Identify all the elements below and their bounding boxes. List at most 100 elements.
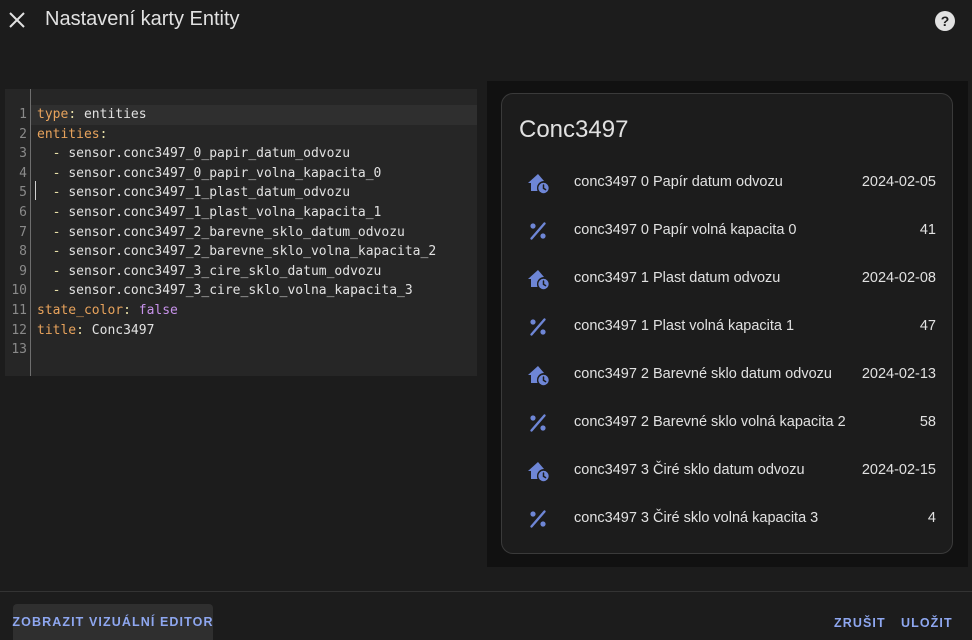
entity-state: 41 xyxy=(919,222,936,238)
yaml-list-dash: - xyxy=(37,283,69,299)
entity-name: conc3497 0 Papír volná kapacita 0 xyxy=(574,222,797,238)
card-title: Conc3497 xyxy=(519,116,629,143)
yaml-code-editor[interactable]: 1 2 3 4 5 6 7 8 9 10 11 12 13 type: entities entities… xyxy=(5,89,477,376)
code-line[interactable]: type: entities xyxy=(31,105,477,125)
entity-state: 2024-02-08 xyxy=(861,270,936,286)
code-line[interactable]: state_color: false xyxy=(31,301,477,321)
yaml-list-item: sensor.conc3497_1_plast_datum_odvozu xyxy=(68,185,351,201)
home-clock-icon xyxy=(526,171,550,195)
yaml-list-item: sensor.conc3497_3_cire_sklo_volna_kapaci… xyxy=(68,283,413,299)
code-line[interactable]: - sensor.conc3497_1_plast_datum_odvozu xyxy=(31,183,477,203)
code-line[interactable]: - sensor.conc3497_2_barevne_sklo_datum_o… xyxy=(31,223,477,243)
yaml-list-item: sensor.conc3497_0_papir_datum_odvozu xyxy=(68,146,351,162)
yaml-value: false xyxy=(138,303,178,318)
yaml-colon: : xyxy=(123,303,131,318)
text-cursor xyxy=(35,181,36,200)
yaml-list-item: sensor.conc3497_2_barevne_sklo_volna_kap… xyxy=(68,244,437,260)
entity-row[interactable]: conc3497 2 Barevné sklo datum odvozu 2024… xyxy=(502,355,952,395)
entity-name: conc3497 0 Papír datum odvozu xyxy=(574,174,783,190)
percent-icon xyxy=(526,411,550,435)
yaml-value: entities xyxy=(83,107,147,122)
cancel-button[interactable]: ZRUŠIT xyxy=(834,612,886,634)
entity-state: 47 xyxy=(919,318,936,334)
yaml-key: title xyxy=(37,322,77,338)
code-content[interactable]: type: entities entities: - sensor.conc349… xyxy=(31,89,477,376)
line-number: 3 xyxy=(19,146,27,162)
entities-card-preview: Conc3497 conc3497 0 Papír datum odvozu 20… xyxy=(501,93,953,554)
card-editor-dialog: Nastavení karty Entity ? 1 2 3 4 5 6 7 8 9 10 11 12… xyxy=(0,0,972,640)
home-clock-icon xyxy=(526,363,550,387)
line-number: 5 xyxy=(19,185,27,201)
entity-row[interactable]: conc3497 0 Papír volná kapacita 0 41 xyxy=(502,211,952,251)
footer-divider xyxy=(0,591,972,592)
code-line[interactable]: - sensor.conc3497_0_papir_datum_odvozu xyxy=(31,144,477,164)
yaml-list-dash: - xyxy=(37,224,69,240)
yaml-key: entities xyxy=(37,126,100,142)
help-circle-icon[interactable]: ? xyxy=(932,8,958,34)
line-number: 1 xyxy=(19,107,27,122)
line-number: 8 xyxy=(19,244,27,260)
yaml-list-dash: - xyxy=(37,205,69,220)
line-number: 12 xyxy=(11,322,27,338)
home-clock-icon xyxy=(526,267,550,291)
entity-name: conc3497 3 Čiré sklo volná kapacita 3 xyxy=(574,510,819,526)
yaml-list-dash: - xyxy=(37,244,69,260)
code-line[interactable]: - sensor.conc3497_0_papir_volna_kapacita… xyxy=(31,164,477,184)
yaml-list-item: sensor.conc3497_3_cire_sklo_datum_odvozu xyxy=(68,263,382,279)
line-number: 7 xyxy=(19,224,27,240)
entity-state: 2024-02-13 xyxy=(861,366,936,382)
percent-icon xyxy=(526,315,550,339)
percent-icon xyxy=(526,507,550,531)
yaml-list-dash: - xyxy=(37,185,69,201)
line-number: 13 xyxy=(11,342,27,358)
yaml-list-item: sensor.conc3497_1_plast_volna_kapacita_1 xyxy=(68,205,382,220)
code-line[interactable]: entities: xyxy=(31,125,477,145)
line-number: 2 xyxy=(19,126,27,142)
entity-state: 58 xyxy=(919,414,936,430)
yaml-list-item: sensor.conc3497_0_papir_volna_kapacita_0 xyxy=(68,165,382,181)
yaml-colon: : xyxy=(99,126,108,142)
entity-name: conc3497 1 Plast volná kapacita 1 xyxy=(574,318,795,334)
yaml-list-dash: - xyxy=(37,165,69,181)
entity-row[interactable]: conc3497 1 Plast datum odvozu 2024-02-08 xyxy=(502,259,952,299)
dialog-title: Nastavení karty Entity xyxy=(45,8,240,30)
code-line[interactable]: - sensor.conc3497_2_barevne_sklo_volna_k… xyxy=(31,242,477,262)
entity-row[interactable]: conc3497 3 Čiré sklo datum odvozu 2024-02… xyxy=(502,451,952,491)
show-visual-editor-button[interactable]: ZOBRAZIT VIZUÁLNÍ EDITOR xyxy=(12,604,213,640)
entity-row[interactable]: conc3497 1 Plast volná kapacita 1 47 xyxy=(502,307,952,347)
entity-row[interactable]: conc3497 3 Čiré sklo volná kapacita 3 4 xyxy=(502,499,952,539)
yaml-list-item: sensor.conc3497_2_barevne_sklo_datum_odv… xyxy=(68,224,405,240)
svg-text:?: ? xyxy=(941,13,950,29)
yaml-value: Conc3497 xyxy=(91,322,155,338)
dialog-header: Nastavení karty Entity ? xyxy=(0,0,972,42)
entity-row[interactable]: conc3497 2 Barevné sklo volná kapacita 2… xyxy=(502,403,952,443)
code-line[interactable]: - sensor.conc3497_3_cire_sklo_volna_kapa… xyxy=(31,281,477,301)
entity-name: conc3497 3 Čiré sklo datum odvozu xyxy=(574,462,805,478)
entity-state: 4 xyxy=(927,510,936,526)
home-clock-icon xyxy=(526,459,550,483)
percent-icon xyxy=(526,219,550,243)
yaml-colon: : xyxy=(76,322,84,338)
entity-name: conc3497 2 Barevné sklo datum odvozu xyxy=(574,366,832,382)
yaml-list-dash: - xyxy=(37,146,69,162)
yaml-key: type xyxy=(37,107,69,122)
code-line[interactable]: - sensor.conc3497_3_cire_sklo_datum_odvo… xyxy=(31,262,477,282)
line-number-gutter: 1 2 3 4 5 6 7 8 9 10 11 12 13 xyxy=(5,89,31,376)
yaml-list-dash: - xyxy=(37,263,69,279)
line-number: 6 xyxy=(19,205,27,220)
yaml-colon: : xyxy=(68,107,77,122)
line-number: 10 xyxy=(11,283,27,299)
entity-row[interactable]: conc3497 0 Papír datum odvozu 2024-02-05 xyxy=(502,163,952,203)
close-icon[interactable] xyxy=(4,6,30,34)
code-line[interactable]: - sensor.conc3497_1_plast_volna_kapacita… xyxy=(31,203,477,223)
code-line[interactable] xyxy=(31,340,477,360)
entity-name: conc3497 1 Plast datum odvozu xyxy=(574,270,781,286)
code-line[interactable]: title: Conc3497 xyxy=(31,321,477,341)
line-number: 11 xyxy=(11,303,27,318)
line-number: 4 xyxy=(19,165,27,181)
line-number: 9 xyxy=(19,263,27,279)
entity-state: 2024-02-05 xyxy=(861,174,936,190)
entity-state: 2024-02-15 xyxy=(861,462,936,478)
yaml-key: state_color xyxy=(37,303,124,318)
save-button[interactable]: ULOŽIT xyxy=(901,612,953,634)
